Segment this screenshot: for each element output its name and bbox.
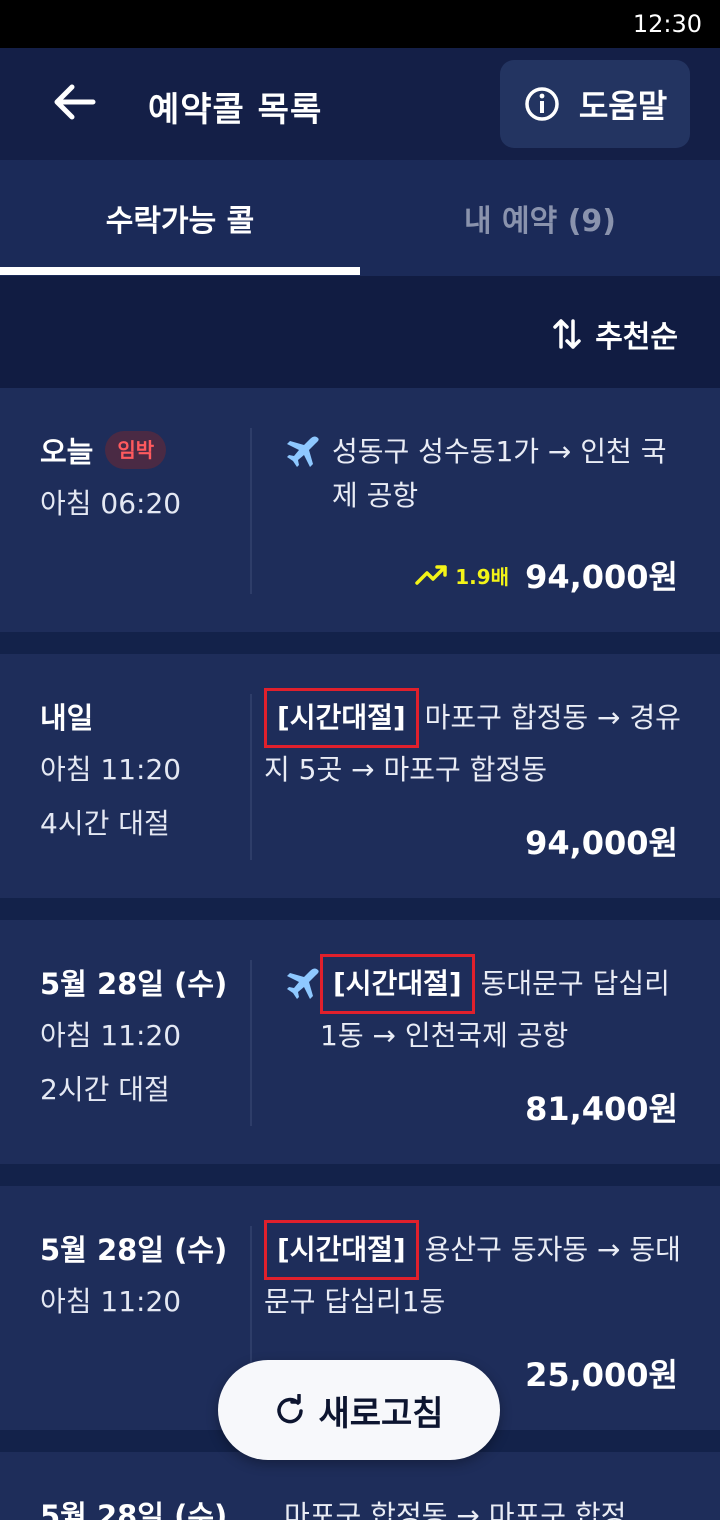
- call-duration: 4시간 대절: [40, 807, 170, 840]
- charter-tag: [시간대절]: [264, 1220, 419, 1280]
- app-bar: 예약콜 목록 도움말: [0, 48, 720, 160]
- call-duration: 2시간 대절: [40, 1073, 170, 1106]
- card-divider: [250, 428, 252, 594]
- sort-icon: [553, 319, 581, 349]
- status-time: 12:30: [632, 10, 702, 38]
- arrow-left-icon: [54, 84, 96, 120]
- call-time: 아침 11:20: [40, 1019, 182, 1052]
- call-schedule: 내일 아침 11:20 4시간 대절: [40, 694, 181, 846]
- call-route: [시간대절] 용산구 동자동 → 동대문구 답십리1동: [264, 1220, 684, 1324]
- refresh-label: 새로고침: [318, 1393, 444, 1434]
- card-divider: [250, 960, 252, 1126]
- call-time: 아침 06:20: [40, 487, 182, 520]
- sort-bar: 추천순: [0, 276, 720, 388]
- card-divider: [250, 694, 252, 860]
- help-button[interactable]: 도움말: [500, 60, 690, 148]
- call-price: 81,400원: [525, 1090, 678, 1128]
- call-time: 아침 11:20: [40, 753, 182, 786]
- tab-my-reservations[interactable]: 내 예약 (9): [360, 160, 720, 276]
- info-icon: [525, 87, 559, 121]
- call-schedule: 5월 28일 (수) 아침 11:20: [40, 1226, 227, 1324]
- urgent-badge: 임박: [105, 431, 167, 469]
- trending-up-icon: [415, 565, 447, 585]
- refresh-icon: [277, 1394, 304, 1424]
- call-price: 94,000원: [525, 558, 678, 596]
- call-time: 아침 11:20: [40, 1285, 182, 1318]
- call-date: 내일: [40, 701, 94, 735]
- route-text: 마포구 합정동 → 마포구 합정: [284, 1499, 627, 1520]
- call-date: 5월 28일 (수): [40, 1233, 228, 1267]
- page-title: 예약콜 목록: [148, 90, 323, 130]
- call-card[interactable]: 5월 28일 (수) 아침 11:20 2시간 대절 [시간대절] 동대문구 답십…: [0, 920, 720, 1164]
- call-price: 94,000원: [525, 824, 678, 862]
- sort-label: 추천순: [595, 320, 678, 355]
- call-card[interactable]: 내일 아침 11:20 4시간 대절 [시간대절] 마포구 합정동 → 경유지 5…: [0, 654, 720, 898]
- tab-indicator: [0, 267, 360, 275]
- refresh-button[interactable]: 새로고침: [218, 1360, 500, 1460]
- charter-tag: [시간대절]: [320, 954, 475, 1014]
- charter-tag: [시간대절]: [264, 688, 419, 748]
- surge-multiplier: 1.9배: [455, 564, 510, 589]
- call-date: 5월 28일 (수): [40, 967, 228, 1001]
- call-card[interactable]: 5월 28일 (수) 마포구 합정동 → 마포구 합정: [0, 1452, 720, 1520]
- price-row: 1.9배 94,000원: [415, 552, 678, 598]
- tab-available-calls[interactable]: 수락가능 콜: [0, 160, 360, 276]
- back-button[interactable]: [42, 70, 106, 134]
- call-schedule: 오늘 임박 아침 06:20: [40, 428, 181, 526]
- call-route: [시간대절] 동대문구 답십리1동 → 인천국제 공항: [284, 954, 684, 1058]
- surge-indicator: 1.9배: [415, 561, 509, 590]
- call-card[interactable]: 오늘 임박 아침 06:20 성동구 성수동1가 → 인천 국제 공항 1.9배…: [0, 388, 720, 632]
- price-row: 81,400원: [525, 1084, 678, 1130]
- sort-button[interactable]: 추천순: [553, 312, 678, 356]
- call-route: 마포구 합정동 → 마포구 합정: [284, 1494, 684, 1520]
- tab-bar: 수락가능 콜 내 예약 (9): [0, 160, 720, 276]
- route-text: 성동구 성수동1가 → 인천 국제 공항: [332, 435, 667, 512]
- airplane-icon: [287, 436, 319, 467]
- call-route: 성동구 성수동1가 → 인천 국제 공항: [284, 430, 684, 518]
- price-row: 94,000원: [525, 818, 678, 864]
- call-route: [시간대절] 마포구 합정동 → 경유지 5곳 → 마포구 합정동: [264, 688, 684, 792]
- airplane-icon: [287, 968, 319, 999]
- call-date: 오늘: [40, 435, 94, 469]
- call-price: 25,000원: [525, 1356, 678, 1394]
- status-bar: 12:30: [0, 0, 720, 48]
- call-schedule: 5월 28일 (수) 아침 11:20 2시간 대절: [40, 960, 227, 1112]
- help-label: 도움말: [578, 87, 668, 125]
- call-date: 5월 28일 (수): [40, 1499, 228, 1520]
- price-row: 25,000원: [525, 1350, 678, 1396]
- call-schedule: 5월 28일 (수): [40, 1492, 227, 1520]
